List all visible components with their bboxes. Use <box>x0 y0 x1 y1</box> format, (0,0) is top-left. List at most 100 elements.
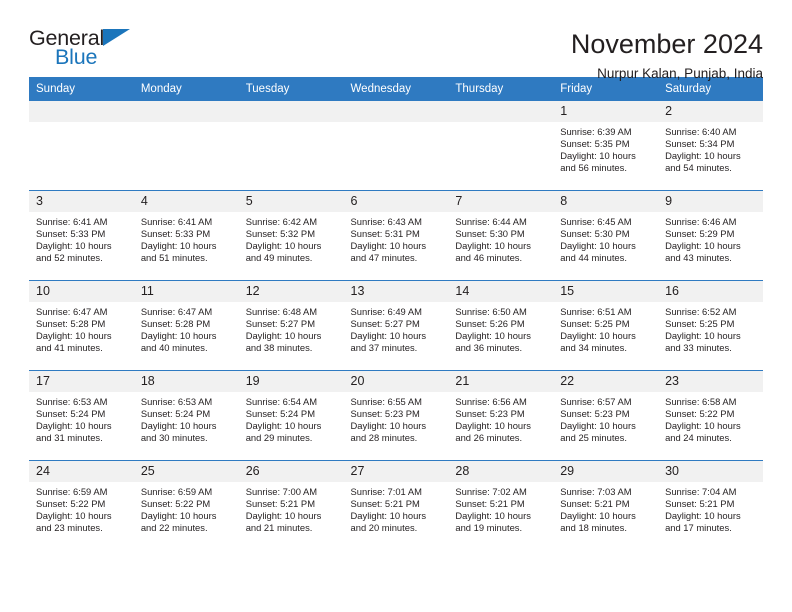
day-number: 8 <box>553 191 659 212</box>
sunset-text: Sunset: 5:25 PM <box>560 318 630 330</box>
day-cell[interactable]: 25 Sunrise: 6:59 AM Sunset: 5:22 PM Dayligh… <box>133 460 239 550</box>
daylight-text-line1: Daylight: 10 hours <box>560 150 636 162</box>
daylight-text-line2: and 26 minutes. <box>455 432 523 444</box>
daylight-text-line1: Daylight: 10 hours <box>560 330 636 342</box>
daylight-text-line2: and 44 minutes. <box>560 252 627 264</box>
day-number: 24 <box>29 461 134 482</box>
calendar-body: 1 Sunrise: 6:39 AM Sunset: 5:35 PM Daylight… <box>29 101 763 550</box>
day-cell[interactable]: 15 Sunrise: 6:51 AM Sunset: 5:25 PM Dayligh… <box>553 280 659 371</box>
daylight-text-line1: Daylight: 10 hours <box>560 420 636 432</box>
brand-logo[interactable]: General Blue <box>29 27 133 73</box>
day-cell[interactable]: 9 Sunrise: 6:46 AM Sunset: 5:29 PM Daylight… <box>658 190 763 281</box>
calendar-week-row: 10 Sunrise: 6:47 AM Sunset: 5:28 PM Dayligh… <box>29 280 763 371</box>
day-cell[interactable]: 16 Sunrise: 6:52 AM Sunset: 5:25 PM Dayligh… <box>658 280 763 371</box>
day-cell[interactable]: 12 Sunrise: 6:48 AM Sunset: 5:27 PM Dayligh… <box>238 280 344 371</box>
day-cell[interactable]: 8 Sunrise: 6:45 AM Sunset: 5:30 PM Daylight… <box>553 190 659 281</box>
day-cell[interactable]: 19 Sunrise: 6:54 AM Sunset: 5:24 PM Dayligh… <box>238 370 344 461</box>
day-cell[interactable]: 6 Sunrise: 6:43 AM Sunset: 5:31 PM Daylight… <box>343 190 449 281</box>
sunrise-text: Sunrise: 6:59 AM <box>36 486 108 497</box>
daylight-text-line1: Daylight: 10 hours <box>350 510 427 522</box>
daylight-text-line2: and 33 minutes. <box>665 342 732 354</box>
sunset-text: Sunset: 5:26 PM <box>455 318 525 330</box>
day-details: Sunrise: 6:55 AM Sunset: 5:23 PM Daylight:… <box>344 392 449 444</box>
daylight-text-line1: Daylight: 10 hours <box>455 330 531 342</box>
weekday-header-tuesday: Tuesday <box>238 77 344 101</box>
sunrise-text: Sunrise: 6:43 AM <box>350 216 422 227</box>
day-details: Sunrise: 6:47 AM Sunset: 5:28 PM Daylight:… <box>29 302 134 354</box>
sunset-text: Sunset: 5:22 PM <box>665 408 735 420</box>
day-number: 28 <box>448 461 554 482</box>
sunrise-text: Sunrise: 6:44 AM <box>455 216 527 227</box>
sunrise-text: Sunrise: 7:01 AM <box>350 486 422 497</box>
daylight-text-line1: Daylight: 10 hours <box>455 420 531 432</box>
daylight-text-line1: Daylight: 10 hours <box>36 510 112 522</box>
sunrise-text: Sunrise: 7:03 AM <box>560 486 632 497</box>
daylight-text-line1: Daylight: 10 hours <box>140 330 217 342</box>
day-cell[interactable]: 11 Sunrise: 6:47 AM Sunset: 5:28 PM Dayligh… <box>133 280 239 371</box>
day-details: Sunrise: 6:59 AM Sunset: 5:22 PM Daylight:… <box>134 482 239 534</box>
day-number: 2 <box>658 101 763 122</box>
daylight-text-line1: Daylight: 10 hours <box>350 330 427 342</box>
day-cell[interactable]: 1 Sunrise: 6:39 AM Sunset: 5:35 PM Daylight… <box>553 101 659 191</box>
day-number: 12 <box>238 281 344 302</box>
day-cell[interactable]: 13 Sunrise: 6:49 AM Sunset: 5:27 PM Dayligh… <box>343 280 449 371</box>
day-cell[interactable]: 26 Sunrise: 7:00 AM Sunset: 5:21 PM Dayligh… <box>238 460 344 550</box>
day-details: Sunrise: 6:57 AM Sunset: 5:23 PM Daylight:… <box>553 392 658 444</box>
day-cell[interactable]: 10 Sunrise: 6:47 AM Sunset: 5:28 PM Dayligh… <box>29 280 134 371</box>
day-cell[interactable]: 29 Sunrise: 7:03 AM Sunset: 5:21 PM Dayligh… <box>553 460 659 550</box>
sunset-text: Sunset: 5:33 PM <box>36 228 106 240</box>
day-cell[interactable]: 3 Sunrise: 6:41 AM Sunset: 5:33 PM Daylight… <box>29 190 134 281</box>
daylight-text-line1: Daylight: 10 hours <box>665 240 741 252</box>
daylight-text-line2: and 54 minutes. <box>665 162 732 174</box>
day-cell[interactable] <box>343 101 449 191</box>
day-cell[interactable]: 30 Sunrise: 7:04 AM Sunset: 5:21 PM Dayligh… <box>658 460 763 550</box>
day-cell[interactable] <box>133 101 239 191</box>
day-cell[interactable]: 22 Sunrise: 6:57 AM Sunset: 5:23 PM Dayligh… <box>553 370 659 461</box>
day-cell[interactable]: 27 Sunrise: 7:01 AM Sunset: 5:21 PM Dayligh… <box>343 460 449 550</box>
sunrise-text: Sunrise: 6:53 AM <box>36 396 108 407</box>
sunrise-text: Sunrise: 7:00 AM <box>245 486 318 497</box>
day-cell[interactable]: 28 Sunrise: 7:02 AM Sunset: 5:21 PM Dayligh… <box>448 460 554 550</box>
sunset-text: Sunset: 5:35 PM <box>560 138 630 150</box>
daylight-text-line2: and 47 minutes. <box>350 252 418 264</box>
sunrise-text: Sunrise: 6:41 AM <box>140 216 213 227</box>
day-cell[interactable]: 20 Sunrise: 6:55 AM Sunset: 5:23 PM Dayligh… <box>343 370 449 461</box>
day-number: 27 <box>343 461 449 482</box>
day-cell[interactable]: 21 Sunrise: 6:56 AM Sunset: 5:23 PM Dayligh… <box>448 370 554 461</box>
daylight-text-line1: Daylight: 10 hours <box>245 330 322 342</box>
day-number: 18 <box>133 371 239 392</box>
day-cell[interactable] <box>448 101 554 191</box>
day-details: Sunrise: 7:04 AM Sunset: 5:21 PM Daylight:… <box>658 482 763 534</box>
day-cell[interactable]: 2 Sunrise: 6:40 AM Sunset: 5:34 PM Daylight… <box>658 101 763 191</box>
day-details: Sunrise: 6:40 AM Sunset: 5:34 PM Daylight:… <box>658 122 763 174</box>
day-number <box>133 101 239 122</box>
day-cell[interactable]: 5 Sunrise: 6:42 AM Sunset: 5:32 PM Daylight… <box>238 190 344 281</box>
day-cell[interactable]: 4 Sunrise: 6:41 AM Sunset: 5:33 PM Daylight… <box>133 190 239 281</box>
day-cell[interactable]: 24 Sunrise: 6:59 AM Sunset: 5:22 PM Dayligh… <box>29 460 134 550</box>
daylight-text-line2: and 28 minutes. <box>350 432 418 444</box>
day-cell[interactable]: 14 Sunrise: 6:50 AM Sunset: 5:26 PM Dayligh… <box>448 280 554 371</box>
daylight-text-line2: and 22 minutes. <box>140 522 208 534</box>
sunrise-text: Sunrise: 6:45 AM <box>560 216 632 227</box>
day-cell[interactable]: 23 Sunrise: 6:58 AM Sunset: 5:22 PM Dayligh… <box>658 370 763 461</box>
calendar-page: General Blue November 2024 Nurpur Kalan,… <box>0 0 792 612</box>
day-cell[interactable] <box>238 101 344 191</box>
day-number: 13 <box>343 281 449 302</box>
day-cell[interactable] <box>29 101 134 191</box>
brand-triangle-icon <box>103 29 130 46</box>
day-cell[interactable]: 17 Sunrise: 6:53 AM Sunset: 5:24 PM Dayligh… <box>29 370 134 461</box>
day-number <box>343 101 449 122</box>
sunrise-text: Sunrise: 7:04 AM <box>665 486 737 497</box>
sunset-text: Sunset: 5:30 PM <box>560 228 630 240</box>
daylight-text-line1: Daylight: 10 hours <box>665 330 741 342</box>
day-details: Sunrise: 6:47 AM Sunset: 5:28 PM Daylight:… <box>134 302 239 354</box>
day-cell[interactable]: 18 Sunrise: 6:53 AM Sunset: 5:24 PM Dayligh… <box>133 370 239 461</box>
sunrise-text: Sunrise: 6:49 AM <box>350 306 422 317</box>
sunrise-text: Sunrise: 6:52 AM <box>665 306 737 317</box>
sunrise-text: Sunrise: 6:41 AM <box>36 216 108 227</box>
day-number: 10 <box>29 281 134 302</box>
sunset-text: Sunset: 5:23 PM <box>350 408 420 420</box>
day-number: 25 <box>133 461 239 482</box>
day-cell[interactable]: 7 Sunrise: 6:44 AM Sunset: 5:30 PM Daylight… <box>448 190 554 281</box>
daylight-text-line2: and 51 minutes. <box>140 252 208 264</box>
